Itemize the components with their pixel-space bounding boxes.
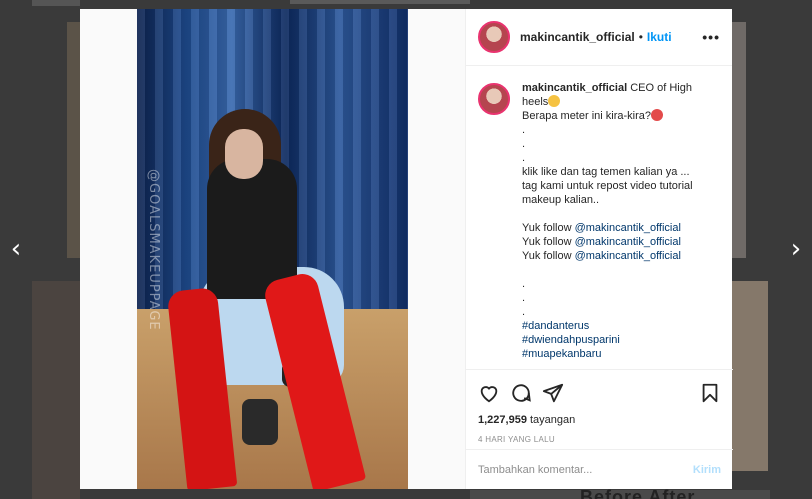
caption-line: klik like dan tag temen kalian ya ... [522, 166, 690, 178]
share-icon[interactable] [542, 382, 564, 404]
caption-line: Berapa meter ini kira-kira? [522, 109, 710, 123]
avatar[interactable] [478, 83, 510, 115]
post-header: makincantik_official • Ikuti ••• [466, 9, 732, 66]
background-thumb [67, 22, 80, 258]
caption-line: makeup kalian.. [522, 194, 600, 206]
background-thumb [290, 0, 470, 4]
background-thumb [732, 22, 746, 258]
person-face [225, 129, 263, 179]
mention-link[interactable]: @makincantik_official [575, 222, 681, 234]
background-thumb [32, 0, 80, 6]
more-options-icon[interactable]: ••• [702, 29, 720, 45]
comment-input[interactable] [478, 464, 693, 476]
caption-line: makincantik_official CEO of High heels [522, 82, 692, 108]
caption: makincantik_official CEO of High heels B… [478, 81, 728, 369]
laughing-emoji-icon [548, 95, 561, 107]
chevron-right-icon[interactable]: › [786, 235, 806, 263]
background-thumb [32, 281, 80, 499]
caption-text: makincantik_official CEO of High heels B… [522, 81, 710, 369]
heart-icon[interactable] [478, 382, 500, 404]
video-watermark: @GOALSMAKEUPPAGE [146, 169, 161, 331]
post-comment-button[interactable]: Kirim [693, 464, 721, 476]
view-count[interactable]: 1,227,959 tayangan [466, 414, 733, 426]
caption-line: . [522, 124, 526, 136]
caption-line: . [522, 292, 526, 304]
username-link[interactable]: makincantik_official [520, 30, 635, 44]
mention-link[interactable]: @makincantik_official [575, 236, 681, 248]
post-modal: @GOALSMAKEUPPAGE makincantik_official • … [80, 9, 733, 489]
caption-line: Yuk follow @makincantik_official [522, 236, 681, 248]
mention-link[interactable]: @makincantik_official [575, 250, 681, 262]
post-timestamp[interactable]: 4 HARI YANG LALU [466, 435, 733, 444]
background-thumb [732, 281, 768, 471]
post-actions: 1,227,959 tayangan 4 HARI YANG LALU Kiri… [466, 369, 733, 489]
hashtag-link[interactable]: #muapekanbaru [522, 347, 710, 361]
caption-line: . [522, 306, 526, 318]
post-sidebar: makincantik_official • Ikuti ••• makinca… [465, 9, 733, 489]
caption-line: Yuk follow @makincantik_official [522, 222, 681, 234]
caption-line [522, 263, 710, 277]
hashtag-link[interactable]: #dwiendahpusparini [522, 333, 710, 347]
caption-username[interactable]: makincantik_official [522, 82, 627, 94]
post-media: @GOALSMAKEUPPAGE [80, 9, 465, 489]
avatar[interactable] [478, 21, 510, 53]
sandal [242, 399, 278, 445]
comment-icon[interactable] [510, 382, 532, 404]
caption-line: tag kami untuk repost video tutorial [522, 180, 693, 192]
caption-line [522, 207, 710, 221]
caption-line: . [522, 278, 526, 290]
tongue-emoji-icon [651, 109, 663, 121]
follow-button[interactable]: Ikuti [647, 30, 672, 44]
bookmark-icon[interactable] [699, 382, 721, 404]
chevron-left-icon[interactable]: ‹ [6, 235, 26, 263]
hashtag-link[interactable]: #dandanterus [522, 319, 710, 333]
caption-line: Yuk follow @makincantik_official [522, 250, 681, 262]
post-video[interactable]: @GOALSMAKEUPPAGE [137, 9, 408, 489]
comment-form: Kirim [466, 449, 733, 490]
caption-line: . [522, 138, 526, 150]
caption-line: . [522, 152, 526, 164]
action-icons [466, 370, 733, 406]
separator-dot: • [638, 30, 643, 44]
